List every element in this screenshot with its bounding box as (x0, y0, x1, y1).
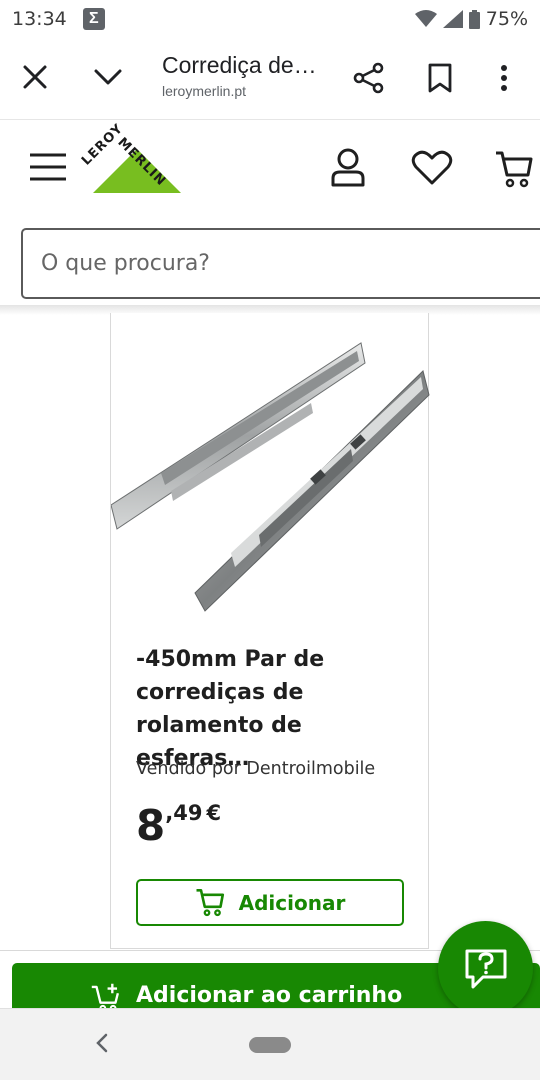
add-to-cart-label: Adicionar ao carrinho (136, 983, 403, 1008)
help-chat-icon (465, 949, 506, 988)
tab-title-area[interactable]: Corrediça de… leroymerlin.pt (162, 52, 332, 99)
more-vert-icon[interactable] (499, 64, 509, 92)
site-header: LEROY MERLIN (0, 121, 540, 221)
help-chat-button[interactable] (438, 921, 533, 1016)
close-icon[interactable] (22, 64, 48, 90)
heart-icon[interactable] (411, 150, 453, 191)
status-bar: 13:34 Σ 75% (0, 0, 540, 38)
hamburger-menu-icon[interactable] (30, 153, 66, 186)
bookmark-icon[interactable] (428, 63, 452, 93)
share-icon[interactable] (353, 62, 385, 94)
chevron-down-icon[interactable] (94, 68, 122, 86)
product-image[interactable] (110, 323, 430, 613)
add-button-label: Adicionar (238, 890, 346, 915)
tab-title: Corrediça de… (162, 52, 317, 78)
cart-plus-icon (91, 983, 119, 1011)
cart-icon (196, 888, 224, 916)
price-integer: 8 (136, 801, 166, 850)
system-nav-bar (0, 1008, 540, 1080)
battery-icon (468, 9, 480, 29)
leroy-merlin-logo[interactable]: LEROY MERLIN (79, 121, 185, 199)
cart-icon[interactable] (494, 150, 534, 195)
back-icon[interactable] (94, 1031, 110, 1060)
price-currency: € (206, 801, 222, 825)
status-time: 13:34 (12, 8, 67, 30)
home-pill[interactable] (249, 1037, 291, 1053)
sigma-icon: Σ (82, 8, 105, 30)
add-button[interactable]: Adicionar (136, 879, 404, 926)
status-indicators: 75% (414, 8, 528, 30)
wifi-icon (414, 10, 437, 27)
price-decimals: ,49 (165, 801, 203, 825)
product-price: 8,49 € (136, 801, 221, 850)
product-title[interactable]: -450mm Par de corrediças de rolamento de… (136, 643, 406, 775)
signal-icon (442, 10, 463, 28)
product-card[interactable]: -450mm Par de corrediças de rolamento de… (110, 313, 430, 949)
browser-toolbar: Corrediça de… leroymerlin.pt (0, 38, 540, 120)
search-input[interactable]: O que procura? (21, 228, 540, 299)
account-icon[interactable] (330, 148, 366, 193)
tab-url: leroymerlin.pt (162, 83, 247, 99)
seller-label: Vendido por Dentroilmobile (136, 759, 376, 779)
battery-percent: 75% (485, 8, 528, 30)
